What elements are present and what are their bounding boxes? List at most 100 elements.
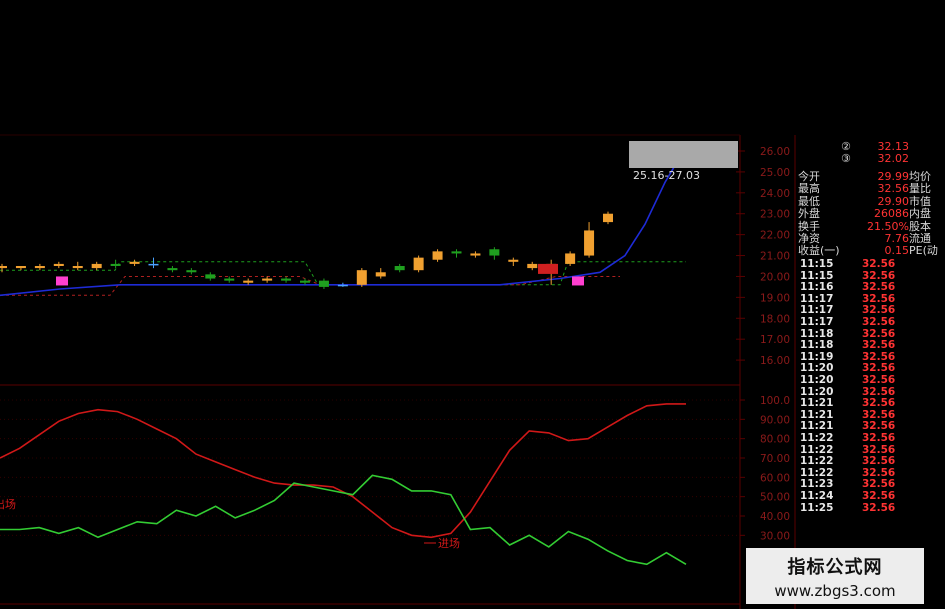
tick-row: 11:20 32.56 <box>796 374 945 387</box>
candle-body <box>148 263 159 266</box>
quote-top-row: ② 32.13 <box>796 141 945 153</box>
candle-body <box>281 278 292 281</box>
candle-body <box>110 263 121 266</box>
price-range-label: 25.16-27.03 <box>633 169 700 182</box>
candle-body <box>0 266 7 269</box>
candle-body <box>508 259 519 262</box>
moving-average-layer <box>0 146 687 297</box>
indicator-line-green <box>0 474 687 566</box>
tick-price: 32.56 <box>862 490 896 502</box>
price-tick-label: 17.00 <box>760 334 790 346</box>
price-axis: 26.00 25.00 24.00 23.00 22.00 21.00 20.00 19.00… <box>736 146 790 367</box>
tick-time: 11:17 <box>800 316 834 328</box>
indicator-line-red <box>0 403 686 539</box>
quote-stat-label: 最高 <box>798 182 820 196</box>
quote-stat-row: 最低 29.90 市值 <box>796 194 945 208</box>
watermark: 指标公式网 www.zbgs3.com <box>746 548 924 604</box>
signal-layer: 进场 出场 <box>0 263 584 550</box>
indicator-tick-label: 100.0 <box>760 395 790 407</box>
tick-row: 11:24 32.56 <box>796 490 945 503</box>
price-tick-label: 23.00 <box>760 209 790 221</box>
quote-stat-row: 收益(一) 0.15 PE(动 <box>796 245 945 257</box>
quote-stat-value: 32.56 <box>877 182 910 196</box>
price-range-box <box>629 141 738 168</box>
candle-body <box>91 263 102 269</box>
sell-signal-marker <box>56 276 68 286</box>
candle-body <box>356 270 367 285</box>
signal-candle-red <box>538 263 558 274</box>
candle-body <box>15 266 26 269</box>
watermark-title: 指标公式网 <box>787 557 883 578</box>
price-tick-label: 22.00 <box>760 230 790 242</box>
quote-stat-row: 换手 21.50% 股本 <box>796 219 945 233</box>
candle-body <box>300 280 310 283</box>
tick-price: 32.56 <box>862 316 896 328</box>
quote-top-value: 32.02 <box>877 152 910 165</box>
indicator-tick-label: 60.00 <box>760 472 790 484</box>
quote-stat-label-secondary: 股本 <box>909 219 931 233</box>
price-tick-label: 24.00 <box>760 188 790 200</box>
tick-price: 32.56 <box>862 258 896 270</box>
quote-stat-label-secondary: 市值 <box>909 194 931 208</box>
quote-stat-value: 26086 <box>874 207 909 221</box>
buy-signal-label: 进场 <box>438 536 460 550</box>
candle-body <box>224 278 235 281</box>
quote-panel: ② 32.13 ③ 32.02 今开 29.99 均价 最高 32.56 量比 最低 29.90 市值外… <box>796 135 945 609</box>
candle-body <box>129 261 140 264</box>
tick-time: 11:25 <box>800 501 834 514</box>
tick-row: 11:22 32.56 <box>796 432 945 445</box>
price-tick-label: 19.00 <box>760 292 790 304</box>
candle-body <box>34 266 45 269</box>
indicator-tick-label: 80.00 <box>760 434 790 446</box>
candle-body <box>489 249 500 256</box>
grid-layer <box>0 134 796 609</box>
quote-stat-row: 外盘 26086 内盘 <box>796 208 945 220</box>
candle-body <box>527 263 538 269</box>
indicator-tick-label: 90.00 <box>760 414 790 426</box>
indicator-tick-label: 50.00 <box>760 492 790 504</box>
indicator-tick-label: 70.00 <box>760 453 790 465</box>
price-tick-label: 18.00 <box>760 313 790 325</box>
quote-stat-row: 最高 32.56 量比 <box>796 183 945 195</box>
tick-price: 32.56 <box>862 432 896 444</box>
candle-body <box>565 253 576 264</box>
quote-stat-label-secondary: 内盘 <box>909 207 931 221</box>
candle-body <box>337 284 348 287</box>
tick-time: 11:15 <box>800 258 834 270</box>
quote-stat-value: 29.99 <box>877 170 910 183</box>
candle-body <box>470 253 481 256</box>
quote-stat-label-secondary: 均价 <box>909 170 931 183</box>
candle-body <box>167 268 178 271</box>
tick-row: 11:25 32.56 <box>796 501 945 515</box>
candle-body <box>584 230 595 256</box>
indicator-tick-label: 30.00 <box>760 530 790 542</box>
quote-stat-label: 换手 <box>798 219 820 233</box>
quote-stat-label: 最低 <box>798 194 820 208</box>
quote-stat-label-secondary: 流通 <box>909 232 931 245</box>
candle-body <box>243 280 254 283</box>
quote-stat-value: 0.15 <box>884 244 910 258</box>
candle-body <box>318 280 329 287</box>
candle-body <box>205 274 216 279</box>
candle-body <box>394 266 405 271</box>
candle-body <box>413 257 424 271</box>
sell-signal-label: 出场 <box>0 497 16 511</box>
candle-body <box>262 278 273 281</box>
tick-time: 11:22 <box>800 432 834 444</box>
candle-body <box>451 251 462 254</box>
quote-stat-value: 7.76 <box>884 232 910 245</box>
price-tick-label: 16.00 <box>760 355 790 367</box>
tick-row: 11:15 32.56 <box>796 258 945 271</box>
moving-average-line <box>0 146 687 297</box>
quote-stat-label-secondary: PE(动 <box>909 244 938 258</box>
tick-time: 11:24 <box>800 490 834 502</box>
quote-stat-label: 外盘 <box>798 207 820 221</box>
indicator-axis: 100.0 90.00 80.00 70.00 60.00 50.00 40.00 30.00 <box>0 395 790 542</box>
indicator-tick-label: 40.00 <box>760 511 790 523</box>
quote-stat-value: 21.50% <box>867 219 909 233</box>
candle-body <box>603 213 613 223</box>
indicator-layer <box>0 403 687 566</box>
tick-row: 11:17 32.56 <box>796 316 945 329</box>
watermark-url: www.zbgs3.com <box>774 582 896 600</box>
price-tick-label: 21.00 <box>760 251 790 263</box>
